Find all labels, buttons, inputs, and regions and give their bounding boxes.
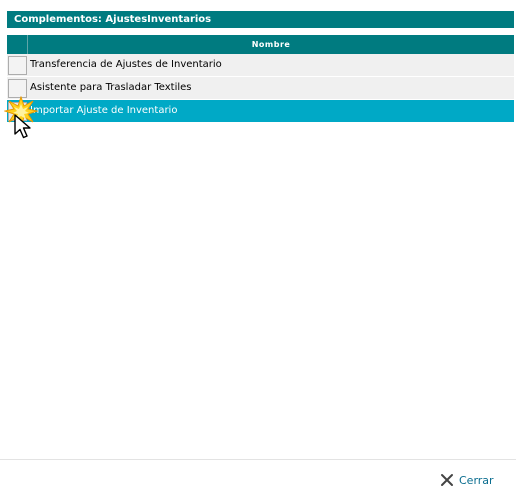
column-header-name[interactable]: Nombre <box>28 35 514 54</box>
close-button[interactable]: Cerrar <box>440 471 494 489</box>
table-row-selected[interactable]: Importar Ajuste de Inventario <box>7 100 514 123</box>
row-name: Asistente para Trasladar Textiles <box>30 82 192 93</box>
row-checkbox[interactable] <box>8 101 27 121</box>
row-name: Transferencia de Ajustes de Inventario <box>30 59 222 70</box>
close-label: Cerrar <box>459 473 494 487</box>
table-row[interactable]: Asistente para Trasladar Textiles <box>7 77 514 100</box>
complements-grid: Nombre Transferencia de Ajustes de Inven… <box>7 35 514 123</box>
grid-header: Nombre <box>7 35 514 54</box>
header-checkbox-column <box>7 35 28 54</box>
close-x-icon <box>441 474 453 486</box>
dialog-title: Complementos: AjustesInventarios <box>7 11 514 28</box>
row-checkbox[interactable] <box>8 55 27 75</box>
row-checkbox-cell <box>7 77 28 99</box>
row-checkbox-cell <box>7 100 28 122</box>
row-checkbox[interactable] <box>8 78 27 98</box>
footer-divider <box>0 459 516 460</box>
table-row[interactable]: Transferencia de Ajustes de Inventario <box>7 54 514 77</box>
row-checkbox-cell <box>7 54 28 76</box>
row-name: Importar Ajuste de Inventario <box>30 105 178 116</box>
